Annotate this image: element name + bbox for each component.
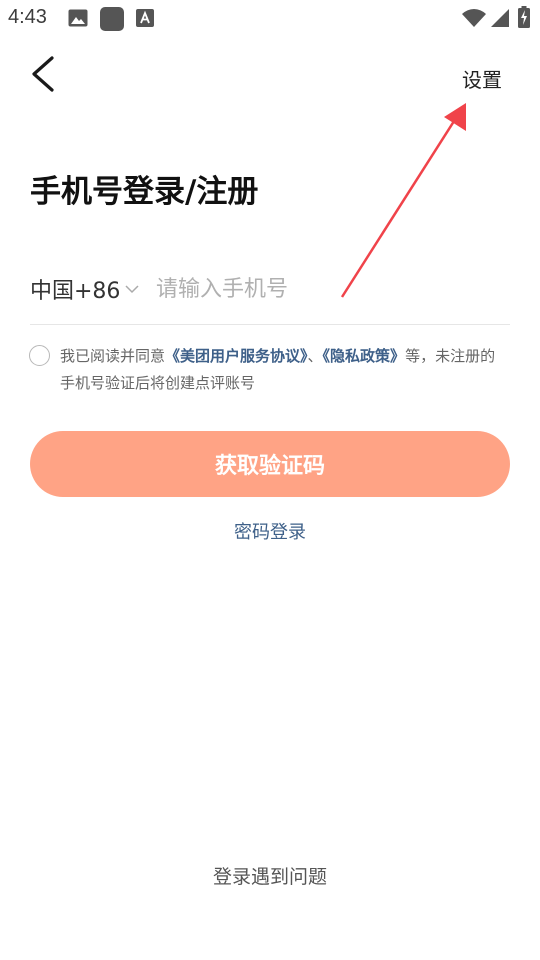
login-help-row: 登录遇到问题: [0, 862, 540, 889]
get-code-button[interactable]: 获取验证码: [30, 431, 510, 497]
password-login-row: 密码登录: [0, 518, 540, 544]
password-login-link[interactable]: 密码登录: [234, 522, 306, 543]
country-code-label: 中国+86: [30, 279, 121, 304]
privacy-policy-link[interactable]: 《隐私政策》: [323, 347, 406, 365]
app-icon: [100, 7, 124, 31]
country-code-selector[interactable]: 中国+86: [30, 272, 140, 306]
login-help-link[interactable]: 登录遇到问题: [213, 866, 327, 888]
page-title: 手机号登录/注册: [30, 174, 259, 210]
user-agreement-link[interactable]: 《美团用户服务协议》: [165, 347, 308, 365]
chevron-left-icon: [32, 56, 54, 92]
status-time: 4:43: [8, 6, 47, 28]
phone-input[interactable]: [156, 270, 476, 308]
signal-icon: [491, 9, 509, 27]
back-button[interactable]: [22, 50, 66, 98]
wifi-icon: [462, 9, 486, 27]
agreement-separator: 、: [307, 347, 323, 365]
login-screen: 4:43 设置 手机号登录/注册 中国+86 请输入手机号 我已阅读并同意《美团…: [0, 0, 540, 960]
font-icon: [136, 9, 154, 27]
settings-button[interactable]: 设置: [462, 64, 502, 93]
battery-charging-icon: [518, 6, 530, 28]
chevron-down-icon: [125, 285, 139, 294]
status-bar: 4:43: [0, 0, 540, 36]
image-icon: [68, 9, 88, 27]
agreement-checkbox[interactable]: [29, 345, 50, 366]
agreement-prefix: 我已阅读并同意: [60, 347, 166, 365]
agreement-text: 我已阅读并同意《美团用户服务协议》、《隐私政策》等，未注册的手机号验证后将创建点…: [60, 343, 510, 397]
input-divider: [30, 324, 510, 325]
